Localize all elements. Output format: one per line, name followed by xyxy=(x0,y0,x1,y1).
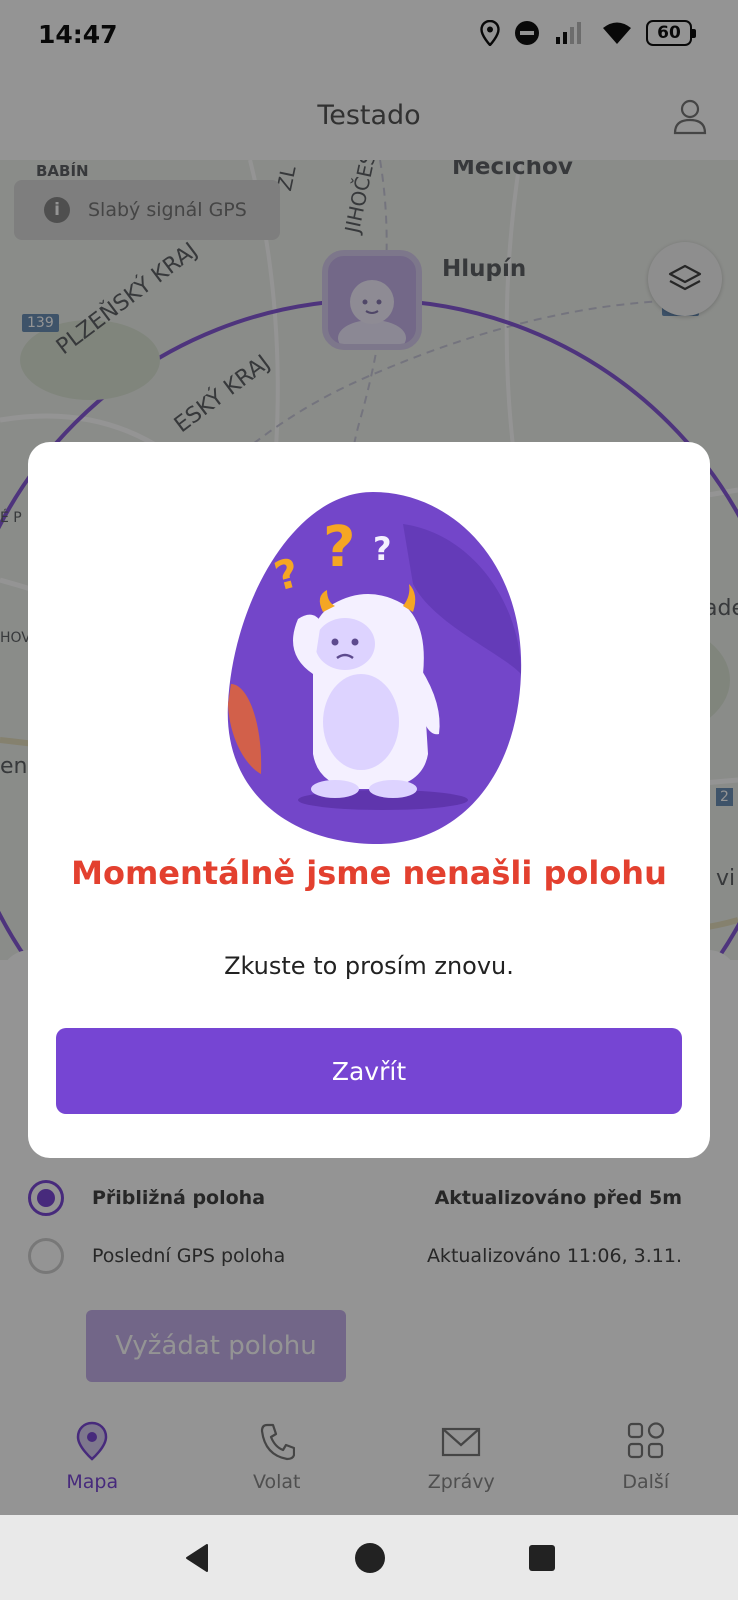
dialog-title: Momentálně jsme nenašli polohu xyxy=(71,854,667,892)
close-dialog-button[interactable]: Zavřít xyxy=(56,1028,682,1114)
back-icon[interactable] xyxy=(181,1542,213,1574)
confused-yeti-illustration: ? ? ? xyxy=(227,492,522,844)
location-not-found-dialog: ? ? ? Momentálně jsme nenašli polohu Zku… xyxy=(28,442,710,1158)
dialog-message: Zkuste to prosím znovu. xyxy=(224,952,514,980)
recents-icon[interactable] xyxy=(527,1543,557,1573)
svg-text:?: ? xyxy=(323,515,355,580)
svg-text:?: ? xyxy=(373,530,392,568)
home-icon[interactable] xyxy=(354,1542,386,1574)
system-navigation-bar xyxy=(0,1515,738,1600)
